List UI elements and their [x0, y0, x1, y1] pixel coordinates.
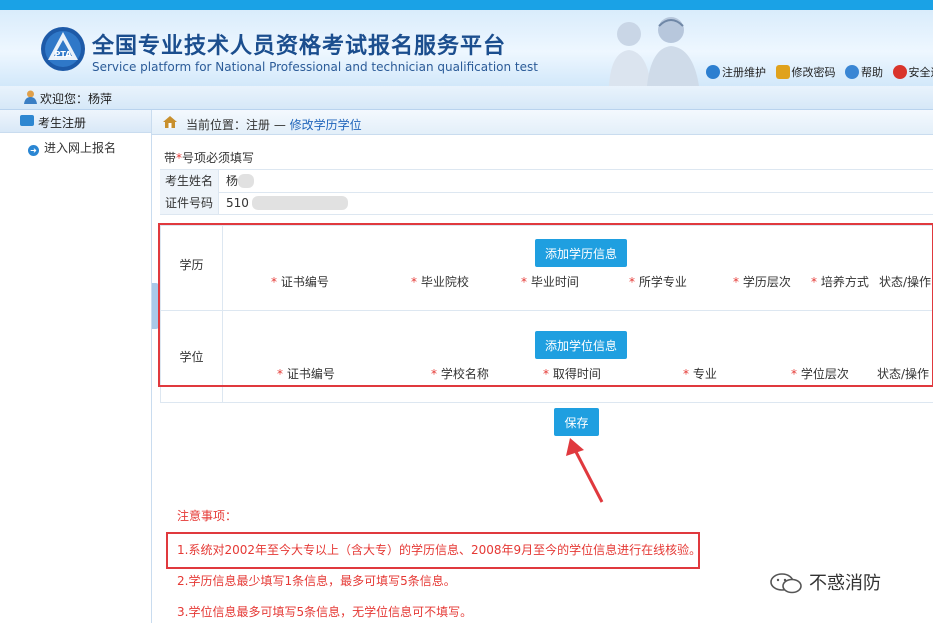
toplink-change-password[interactable]: 修改密码	[775, 64, 836, 80]
help-icon	[845, 65, 859, 79]
power-icon	[892, 65, 907, 79]
svg-text:PTA: PTA	[55, 50, 73, 59]
monitor-icon	[20, 115, 34, 126]
toplink-help[interactable]: 帮助	[845, 64, 883, 80]
notes-title: 注意事项：	[177, 509, 238, 523]
redaction-blur	[238, 174, 254, 188]
education-degree-highlight	[158, 223, 933, 387]
breadcrumb-current[interactable]: 修改学历学位	[290, 118, 362, 132]
welcome-text: 欢迎您：杨萍	[40, 92, 113, 106]
note-highlight	[166, 532, 700, 569]
top-accent-bar	[0, 0, 933, 10]
name-label: 考生姓名	[160, 170, 219, 192]
required-note: 带*号项必须填写	[164, 151, 255, 165]
pta-logo: PTA	[41, 27, 85, 71]
id-label: 证件号码	[160, 192, 219, 214]
watermark: 不惑消防	[769, 569, 881, 595]
welcome-bar: 欢迎您：杨萍	[0, 86, 933, 110]
support-staff-image	[609, 17, 699, 86]
home-icon	[163, 116, 177, 128]
top-links: 注册维护 修改密码 帮助 安全退	[706, 64, 933, 80]
id-value: 510	[226, 196, 249, 210]
note-item: 3.学位信息最多可填写5条信息，无学位信息可不填写。	[177, 605, 473, 619]
arrow-right-icon: ➜	[28, 145, 39, 156]
pointer-arrow	[566, 438, 604, 503]
sidebar-item-online-registration[interactable]: ➜ 进入网上报名	[28, 139, 116, 156]
wechat-icon	[770, 573, 802, 594]
sidebar-header: 考生注册	[0, 110, 151, 133]
sidebar: 考生注册 ➜ 进入网上报名	[0, 110, 152, 623]
lock-icon	[775, 65, 790, 79]
note-item: 2.学历信息最少填写1条信息，最多可填写5条信息。	[177, 574, 456, 588]
save-button[interactable]: 保存	[554, 408, 599, 436]
globe-icon	[706, 65, 720, 79]
site-header: PTA 全国专业技术人员资格考试报名服务平台 Service platform …	[0, 10, 933, 86]
breadcrumb-prefix: 当前位置：注册 —	[186, 118, 290, 132]
toplink-logout[interactable]: 安全退	[892, 64, 933, 80]
site-title: 全国专业技术人员资格考试报名服务平台	[92, 34, 507, 59]
site-subtitle: Service platform for National Profession…	[92, 60, 538, 74]
user-icon	[24, 90, 37, 104]
id-row: 证件号码 510	[160, 192, 933, 215]
breadcrumb: 当前位置：注册 — 修改学历学位	[152, 110, 933, 135]
name-value: 杨	[226, 174, 239, 188]
toplink-register[interactable]: 注册维护	[706, 64, 766, 80]
redaction-blur	[252, 196, 348, 210]
name-row: 考生姓名 杨	[160, 169, 933, 193]
